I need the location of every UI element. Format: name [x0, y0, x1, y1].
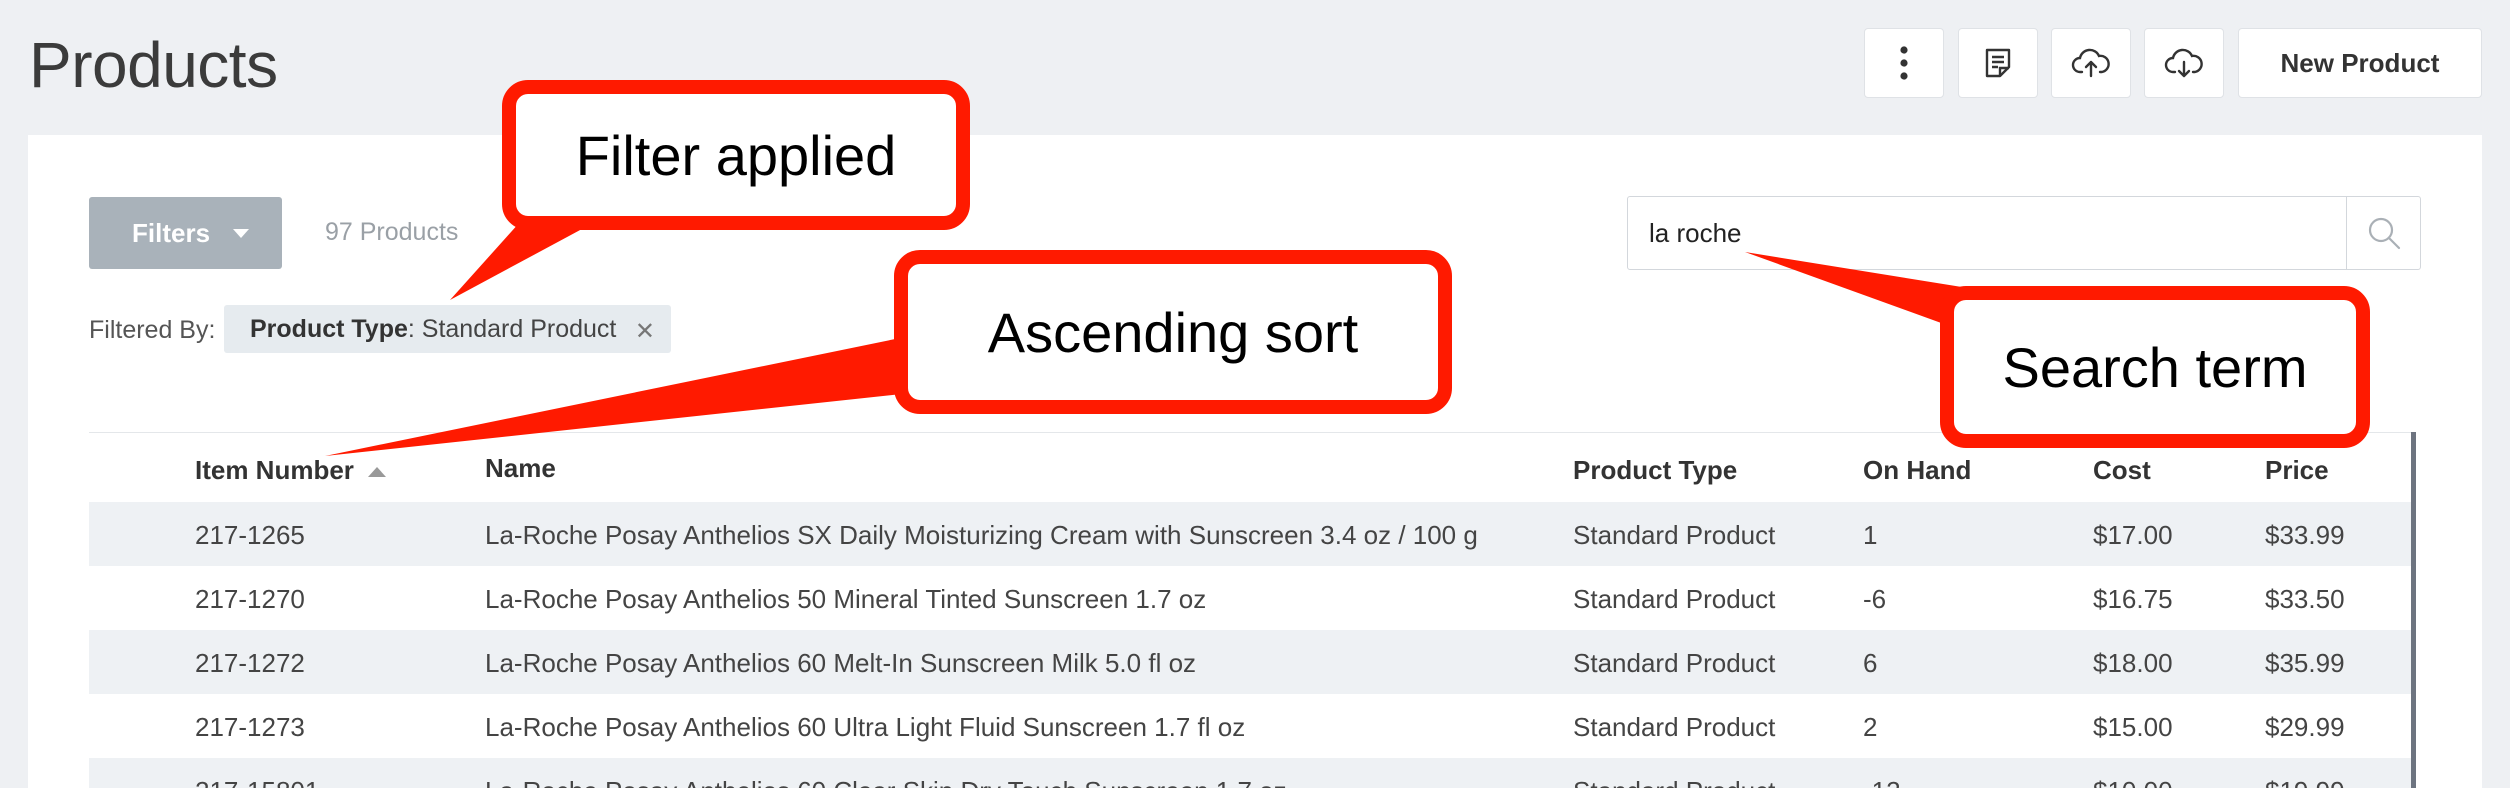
table-row[interactable]: 217-1273 La-Roche Posay Anthelios 60 Ult… — [89, 694, 2415, 758]
more-options-button[interactable] — [1864, 28, 1944, 98]
table-row[interactable]: 217-1270 La-Roche Posay Anthelios 50 Min… — [89, 566, 2415, 630]
cell-price: $19.99 — [2265, 776, 2345, 788]
cell-on-hand: 2 — [1863, 712, 1878, 742]
sort-ascending-icon — [367, 467, 386, 478]
cell-name: La-Roche Posay Anthelios 60 Clear Skin D… — [485, 776, 1287, 788]
cell-item-number: 217-1270 — [195, 584, 305, 614]
cell-cost: $15.00 — [2093, 712, 2173, 742]
column-header-price[interactable]: Price — [2265, 455, 2329, 486]
cell-name: La-Roche Posay Anthelios SX Daily Moistu… — [485, 520, 1478, 550]
cell-cost: $16.75 — [2093, 584, 2173, 614]
cell-product-type: Standard Product — [1573, 776, 1775, 788]
chevron-down-icon — [233, 229, 249, 238]
cloud-download-icon — [2164, 48, 2203, 78]
search-input[interactable] — [1629, 198, 2344, 268]
table-row[interactable]: 217-15801 La-Roche Posay Anthelios 60 Cl… — [89, 758, 2415, 788]
products-table: Item Number Name Product Type On Hand Co… — [89, 432, 2415, 788]
cell-product-type: Standard Product — [1573, 648, 1776, 678]
cell-on-hand: 6 — [1863, 648, 1878, 678]
cell-name: La-Roche Posay Anthelios 60 Ultra Light … — [485, 712, 1246, 742]
cell-cost: $17.00 — [2093, 520, 2173, 550]
column-header-label: Item Number — [195, 455, 354, 485]
cloud-upload-icon — [2071, 48, 2110, 78]
cell-item-number: 217-1273 — [195, 712, 305, 742]
table-scrollbar[interactable] — [2411, 432, 2416, 788]
cell-on-hand: 1 — [1863, 520, 1878, 550]
search-term-annotation: Search term — [1940, 286, 2370, 448]
page-title: Products — [29, 29, 278, 101]
search-box — [1627, 196, 2421, 270]
cell-on-hand: -12 — [1863, 776, 1901, 788]
cell-item-number: 217-1265 — [195, 520, 305, 550]
import-button[interactable] — [2051, 28, 2131, 98]
more-vertical-icon — [1900, 46, 1908, 80]
cell-on-hand: -6 — [1863, 584, 1887, 614]
search-icon — [2368, 217, 2400, 250]
cell-name: La-Roche Posay Anthelios 50 Mineral Tint… — [485, 584, 1207, 614]
search-button[interactable] — [2346, 197, 2420, 269]
filter-chip-key: Product Type — [250, 314, 408, 343]
cell-price: $33.99 — [2265, 520, 2345, 550]
cell-price: $35.99 — [2265, 648, 2345, 678]
filters-label: Filters — [132, 217, 211, 248]
table-row[interactable]: 217-1265 La-Roche Posay Anthelios SX Dai… — [89, 502, 2415, 566]
remove-filter-icon[interactable]: ✕ — [635, 317, 655, 346]
cell-product-type: Standard Product — [1573, 712, 1776, 742]
filtered-by-label: Filtered By: — [89, 316, 216, 344]
notes-button[interactable] — [1958, 28, 2038, 98]
cell-product-type: Standard Product — [1573, 584, 1776, 614]
filter-applied-annotation: Filter applied — [502, 80, 970, 230]
cell-cost: $18.00 — [2093, 648, 2173, 678]
cell-cost: $10.00 — [2093, 776, 2173, 788]
filter-chip: Product Type: Standard Product ✕ — [224, 305, 671, 353]
cell-name: La-Roche Posay Anthelios 60 Melt-In Suns… — [485, 648, 1197, 678]
notes-icon — [1985, 48, 2011, 78]
column-header-cost[interactable]: Cost — [2093, 455, 2151, 486]
filters-button[interactable]: Filters — [89, 197, 282, 269]
cell-price: $33.50 — [2265, 584, 2345, 614]
column-header-item-number[interactable]: Item Number — [195, 455, 386, 486]
table-row[interactable]: 217-1272 La-Roche Posay Anthelios 60 Mel… — [89, 630, 2415, 694]
new-product-button[interactable]: New Product — [2238, 28, 2482, 98]
column-header-product-type[interactable]: Product Type — [1573, 455, 1737, 486]
ascending-sort-annotation: Ascending sort — [894, 250, 1452, 414]
cell-price: $29.99 — [2265, 712, 2345, 742]
cell-product-type: Standard Product — [1573, 520, 1776, 550]
export-button[interactable] — [2144, 28, 2224, 98]
product-count: 97 Products — [325, 218, 459, 246]
column-header-on-hand[interactable]: On Hand — [1863, 455, 1971, 486]
cell-item-number: 217-15801 — [195, 776, 319, 788]
cell-item-number: 217-1272 — [195, 648, 305, 678]
column-header-name[interactable]: Name — [485, 453, 556, 484]
filter-chip-value: : Standard Product — [407, 314, 617, 343]
